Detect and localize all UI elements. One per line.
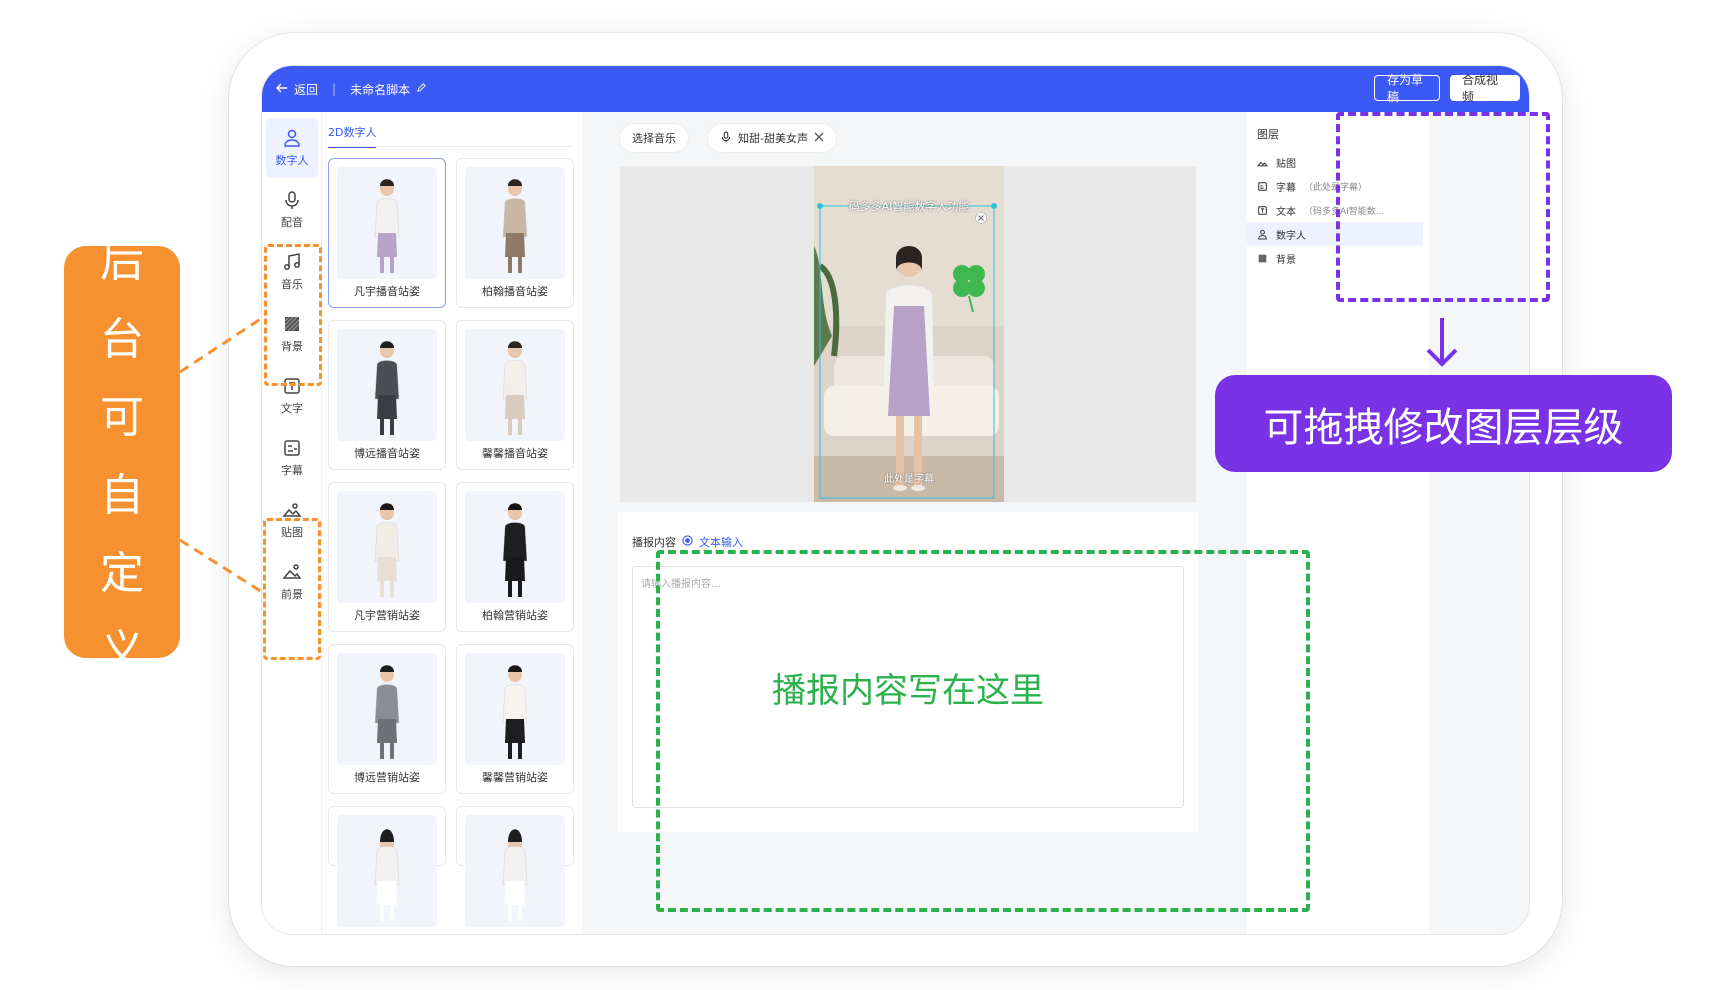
- customizable-callout: 后 台 可 自 定 义: [64, 236, 180, 677]
- drag-layer-callout: 可拖拽修改图层层级: [1215, 375, 1672, 472]
- callout-char: 义: [100, 626, 144, 677]
- annotation-connectors: [179, 316, 1458, 594]
- callout-char: 后: [100, 236, 144, 287]
- callout-char: 自: [100, 470, 144, 521]
- callout-char: 台: [100, 314, 144, 365]
- callout-char: 可: [100, 392, 144, 443]
- callout-char: 定: [100, 548, 144, 599]
